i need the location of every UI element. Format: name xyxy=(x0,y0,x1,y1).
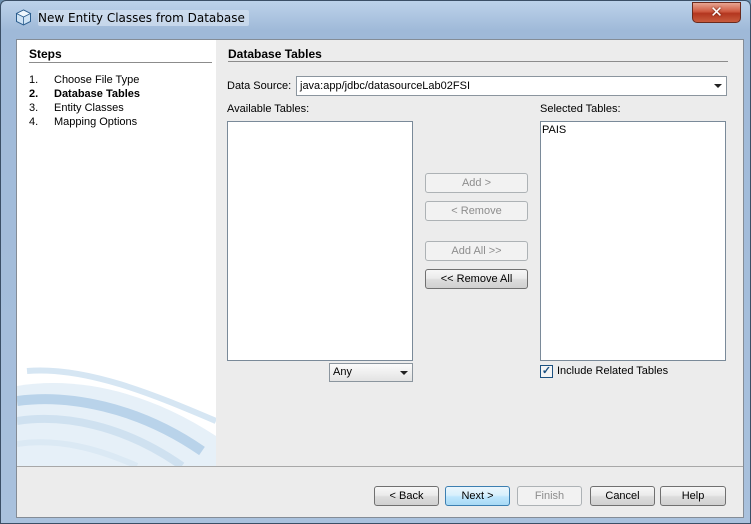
step-item: 1. Choose File Type xyxy=(29,73,140,87)
add-all-button[interactable]: Add All >> xyxy=(425,241,528,261)
step-item: 3. Entity Classes xyxy=(29,101,140,115)
title-bar[interactable]: New Entity Classes from Database ✕ xyxy=(1,1,750,33)
include-related-checkbox[interactable]: ✓ xyxy=(540,365,553,378)
panel-title: Database Tables xyxy=(228,47,322,61)
selected-tables-list[interactable]: PAIS xyxy=(540,121,726,361)
available-tables-label: Available Tables: xyxy=(227,103,310,115)
wizard-client-area: Steps 1. Choose File Type 2. Database Tabl… xyxy=(16,39,744,518)
step-item: 4. Mapping Options xyxy=(29,115,140,129)
help-button[interactable]: Help xyxy=(660,486,726,506)
add-button[interactable]: Add > xyxy=(425,173,528,193)
step-number: 3. xyxy=(29,102,39,114)
steps-title: Steps xyxy=(29,47,62,61)
step-number: 1. xyxy=(29,74,39,86)
step-number: 4. xyxy=(29,116,39,128)
table-filter-value: Any xyxy=(333,366,352,378)
chevron-down-icon xyxy=(714,84,722,88)
steps-divider xyxy=(29,62,212,63)
data-source-value: java:app/jdbc/datasourceLab02FSI xyxy=(300,80,471,92)
step-label: Database Tables xyxy=(54,88,141,100)
step-number: 2. xyxy=(29,88,39,100)
chevron-down-icon xyxy=(400,371,408,375)
step-label: Mapping Options xyxy=(54,116,138,128)
check-icon: ✓ xyxy=(541,365,552,377)
wizard-window: New Entity Classes from Database ✕ Steps… xyxy=(0,0,751,524)
cancel-button[interactable]: Cancel xyxy=(590,486,655,506)
data-source-combo[interactable]: java:app/jdbc/datasourceLab02FSI xyxy=(296,76,727,96)
selected-tables-label: Selected Tables: xyxy=(540,103,621,115)
window-title: New Entity Classes from Database xyxy=(38,10,249,26)
wizard-swoosh-graphic xyxy=(17,367,216,466)
next-button[interactable]: Next > xyxy=(445,486,510,506)
steps-list: 1. Choose File Type 2. Database Tables 3. E… xyxy=(29,73,140,129)
available-tables-list[interactable] xyxy=(227,121,413,361)
panel-divider xyxy=(228,61,728,62)
include-related-label[interactable]: Include Related Tables xyxy=(557,365,668,377)
back-button[interactable]: < Back xyxy=(374,486,439,506)
remove-button[interactable]: < Remove xyxy=(425,201,528,221)
close-button[interactable]: ✕ xyxy=(692,2,741,23)
footer-divider xyxy=(17,466,743,467)
remove-all-button[interactable]: << Remove All xyxy=(425,269,528,289)
finish-button[interactable]: Finish xyxy=(517,486,582,506)
step-item-current: 2. Database Tables xyxy=(29,87,140,101)
data-source-label: Data Source: xyxy=(227,80,292,92)
steps-pane: Steps 1. Choose File Type 2. Database Tabl… xyxy=(17,40,216,466)
app-cube-icon xyxy=(15,9,32,26)
table-filter-combo[interactable]: Any xyxy=(329,363,413,382)
step-label: Entity Classes xyxy=(54,102,124,114)
list-item[interactable]: PAIS xyxy=(541,122,725,136)
step-label: Choose File Type xyxy=(54,74,140,86)
